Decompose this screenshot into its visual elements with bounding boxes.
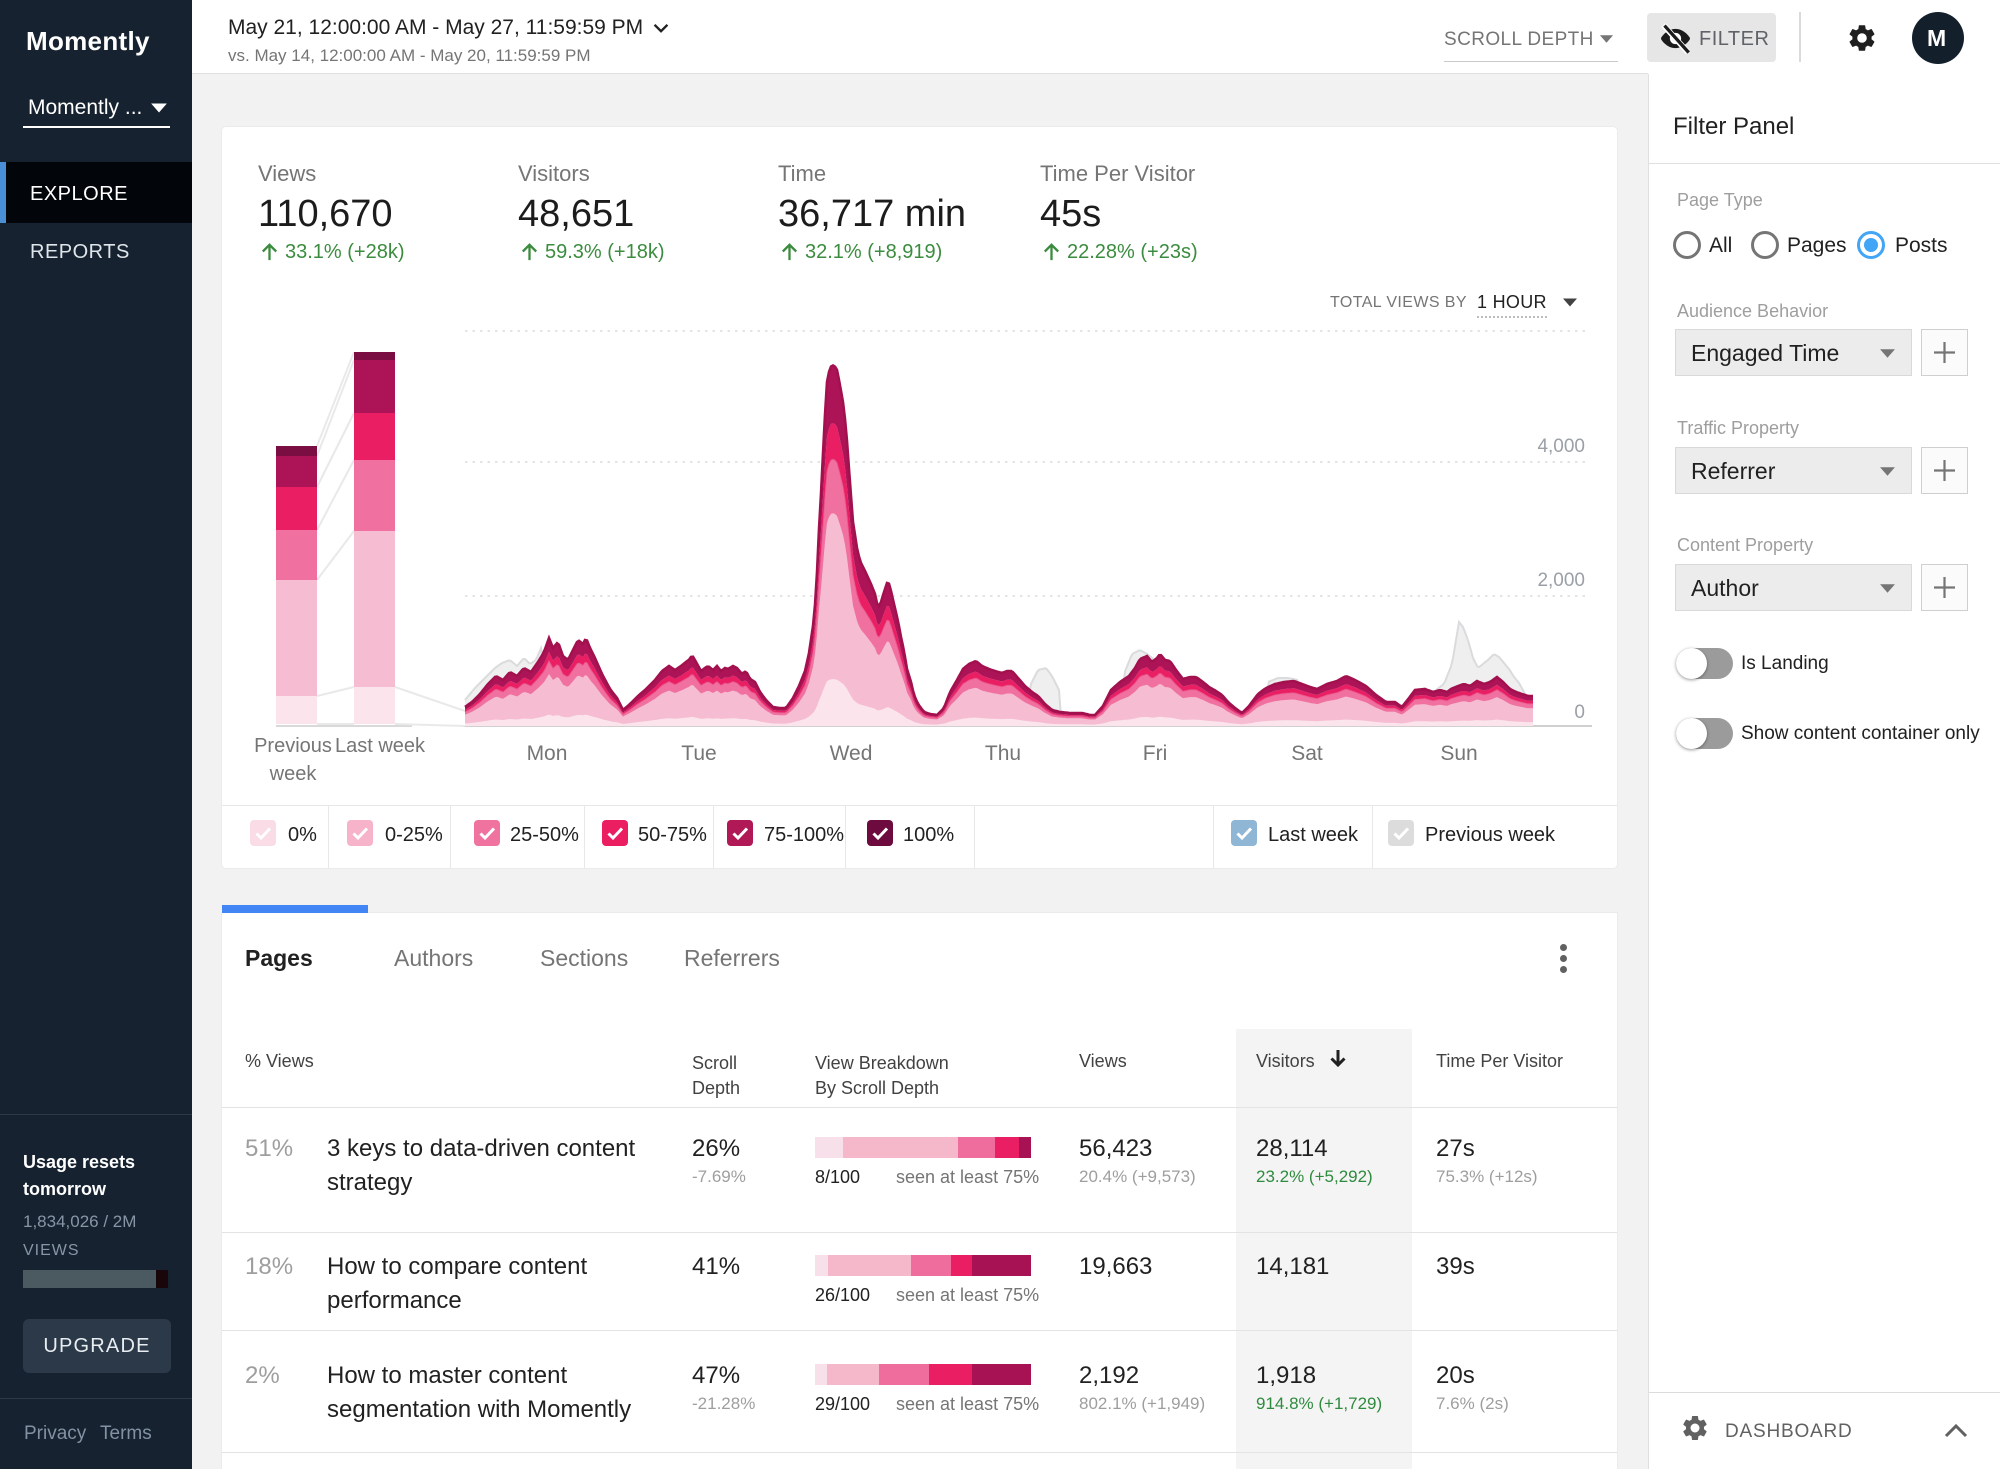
svg-text:Wed: Wed xyxy=(830,742,873,765)
svg-text:2,000: 2,000 xyxy=(1537,570,1585,591)
svg-text:Previous: Previous xyxy=(254,735,332,757)
svg-text:Fri: Fri xyxy=(1143,742,1168,765)
svg-text:Sat: Sat xyxy=(1291,742,1323,765)
svg-text:Thu: Thu xyxy=(985,742,1021,765)
svg-text:Tue: Tue xyxy=(681,742,716,765)
svg-text:week: week xyxy=(269,763,318,785)
svg-text:Last week: Last week xyxy=(335,735,426,757)
svg-text:4,000: 4,000 xyxy=(1537,436,1585,457)
svg-text:Mon: Mon xyxy=(527,742,568,765)
svg-text:Sun: Sun xyxy=(1440,742,1477,765)
svg-text:0: 0 xyxy=(1574,702,1585,723)
